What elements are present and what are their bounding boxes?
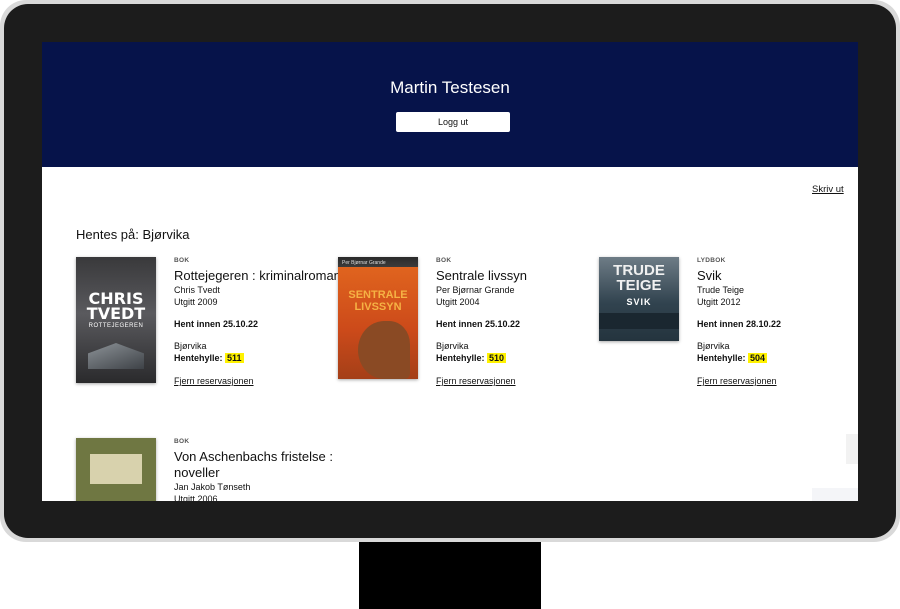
book-cover[interactable]: Per Bjørnar Grande SENTRALE LIVSSYN <box>338 257 418 379</box>
cover-author: Per Bjørnar Grande <box>342 260 386 266</box>
shelf-number: 504 <box>748 353 768 363</box>
pickup-branch: Bjørvika <box>174 341 207 351</box>
remove-reservation-link[interactable]: Fjern reservasjonen <box>697 376 858 386</box>
book-cover[interactable]: CHRIS TVEDT ROTTEJEGEREN <box>76 257 156 383</box>
pickup-branch: Bjørvika <box>436 341 469 351</box>
cover-house-image <box>88 343 144 369</box>
pickup-shelf: Hentehylle: 510 <box>436 353 507 363</box>
book-published: Utgitt 2006 <box>174 494 218 501</box>
material-type: BOK <box>436 257 452 264</box>
material-type: BOK <box>174 257 190 264</box>
pickup-heading: Hentes på: Bjørvika <box>76 227 190 242</box>
scroll-tab <box>846 434 858 464</box>
pickup-shelf: Hentehylle: 504 <box>697 353 768 363</box>
print-link[interactable]: Skriv ut <box>812 184 844 195</box>
cover-title: SVIK <box>626 297 652 307</box>
book-published: Utgitt 2012 <box>697 297 741 307</box>
remove-reservation-link[interactable]: Fjern reservasjonen <box>174 376 344 386</box>
user-name: Martin Testesen <box>390 78 510 97</box>
book-title[interactable]: Rottejegeren : kriminalroman <box>174 268 344 284</box>
screen: Martin Testesen Logg ut Skriv ut Hentes … <box>42 42 858 501</box>
book-cover[interactable] <box>76 438 156 501</box>
reservation-info: BOK Von Aschenbachs fristelse : noveller… <box>174 438 344 501</box>
reservation-info: LYDBOK Svik Trude Teige Utgitt 2012 Hent… <box>697 257 858 386</box>
shelf-number: 510 <box>487 353 507 363</box>
material-type: LYDBOK <box>697 257 726 264</box>
page-edge-shade <box>812 488 858 501</box>
pickup-deadline: Hent innen 28.10.22 <box>697 319 782 329</box>
pickup-deadline: Hent innen 25.10.22 <box>436 319 521 329</box>
book-title[interactable]: Von Aschenbachs fristelse : noveller <box>174 449 344 481</box>
book-author: Chris Tvedt <box>174 285 220 295</box>
book-published: Utgitt 2004 <box>436 297 480 307</box>
material-type: BOK <box>174 438 190 445</box>
reservation-info: BOK Sentrale livssyn Per Bjørnar Grande … <box>436 257 606 386</box>
book-author: Per Bjørnar Grande <box>436 285 515 295</box>
book-title[interactable]: Sentrale livssyn <box>436 268 606 284</box>
cover-label <box>90 454 142 484</box>
cover-title: ROTTEJEGEREN <box>88 323 144 329</box>
book-cover[interactable]: TRUDE TEIGE SVIK <box>599 257 679 341</box>
book-published: Utgitt 2009 <box>174 297 218 307</box>
cover-author: CHRIS TVEDT <box>86 289 146 323</box>
book-title[interactable]: Svik <box>697 268 858 284</box>
book-author: Trude Teige <box>697 285 745 295</box>
shelf-number: 511 <box>225 353 244 363</box>
monitor-stand <box>359 542 541 609</box>
pickup-deadline: Hent innen 25.10.22 <box>174 319 259 329</box>
cover-sea-image <box>599 313 679 329</box>
cover-face-image <box>358 321 410 379</box>
profile-header: Martin Testesen Logg ut <box>42 42 858 167</box>
pickup-branch: Bjørvika <box>697 341 730 351</box>
logout-button[interactable]: Logg ut <box>396 112 510 132</box>
book-author: Jan Jakob Tønseth <box>174 482 251 492</box>
cover-author: TRUDE TEIGE <box>613 262 665 294</box>
pickup-shelf: Hentehylle: 511 <box>174 353 244 363</box>
remove-reservation-link[interactable]: Fjern reservasjonen <box>436 376 606 386</box>
reservation-info: BOK Rottejegeren : kriminalroman Chris T… <box>174 257 344 386</box>
cover-title: SENTRALE LIVSSYN <box>348 289 408 313</box>
